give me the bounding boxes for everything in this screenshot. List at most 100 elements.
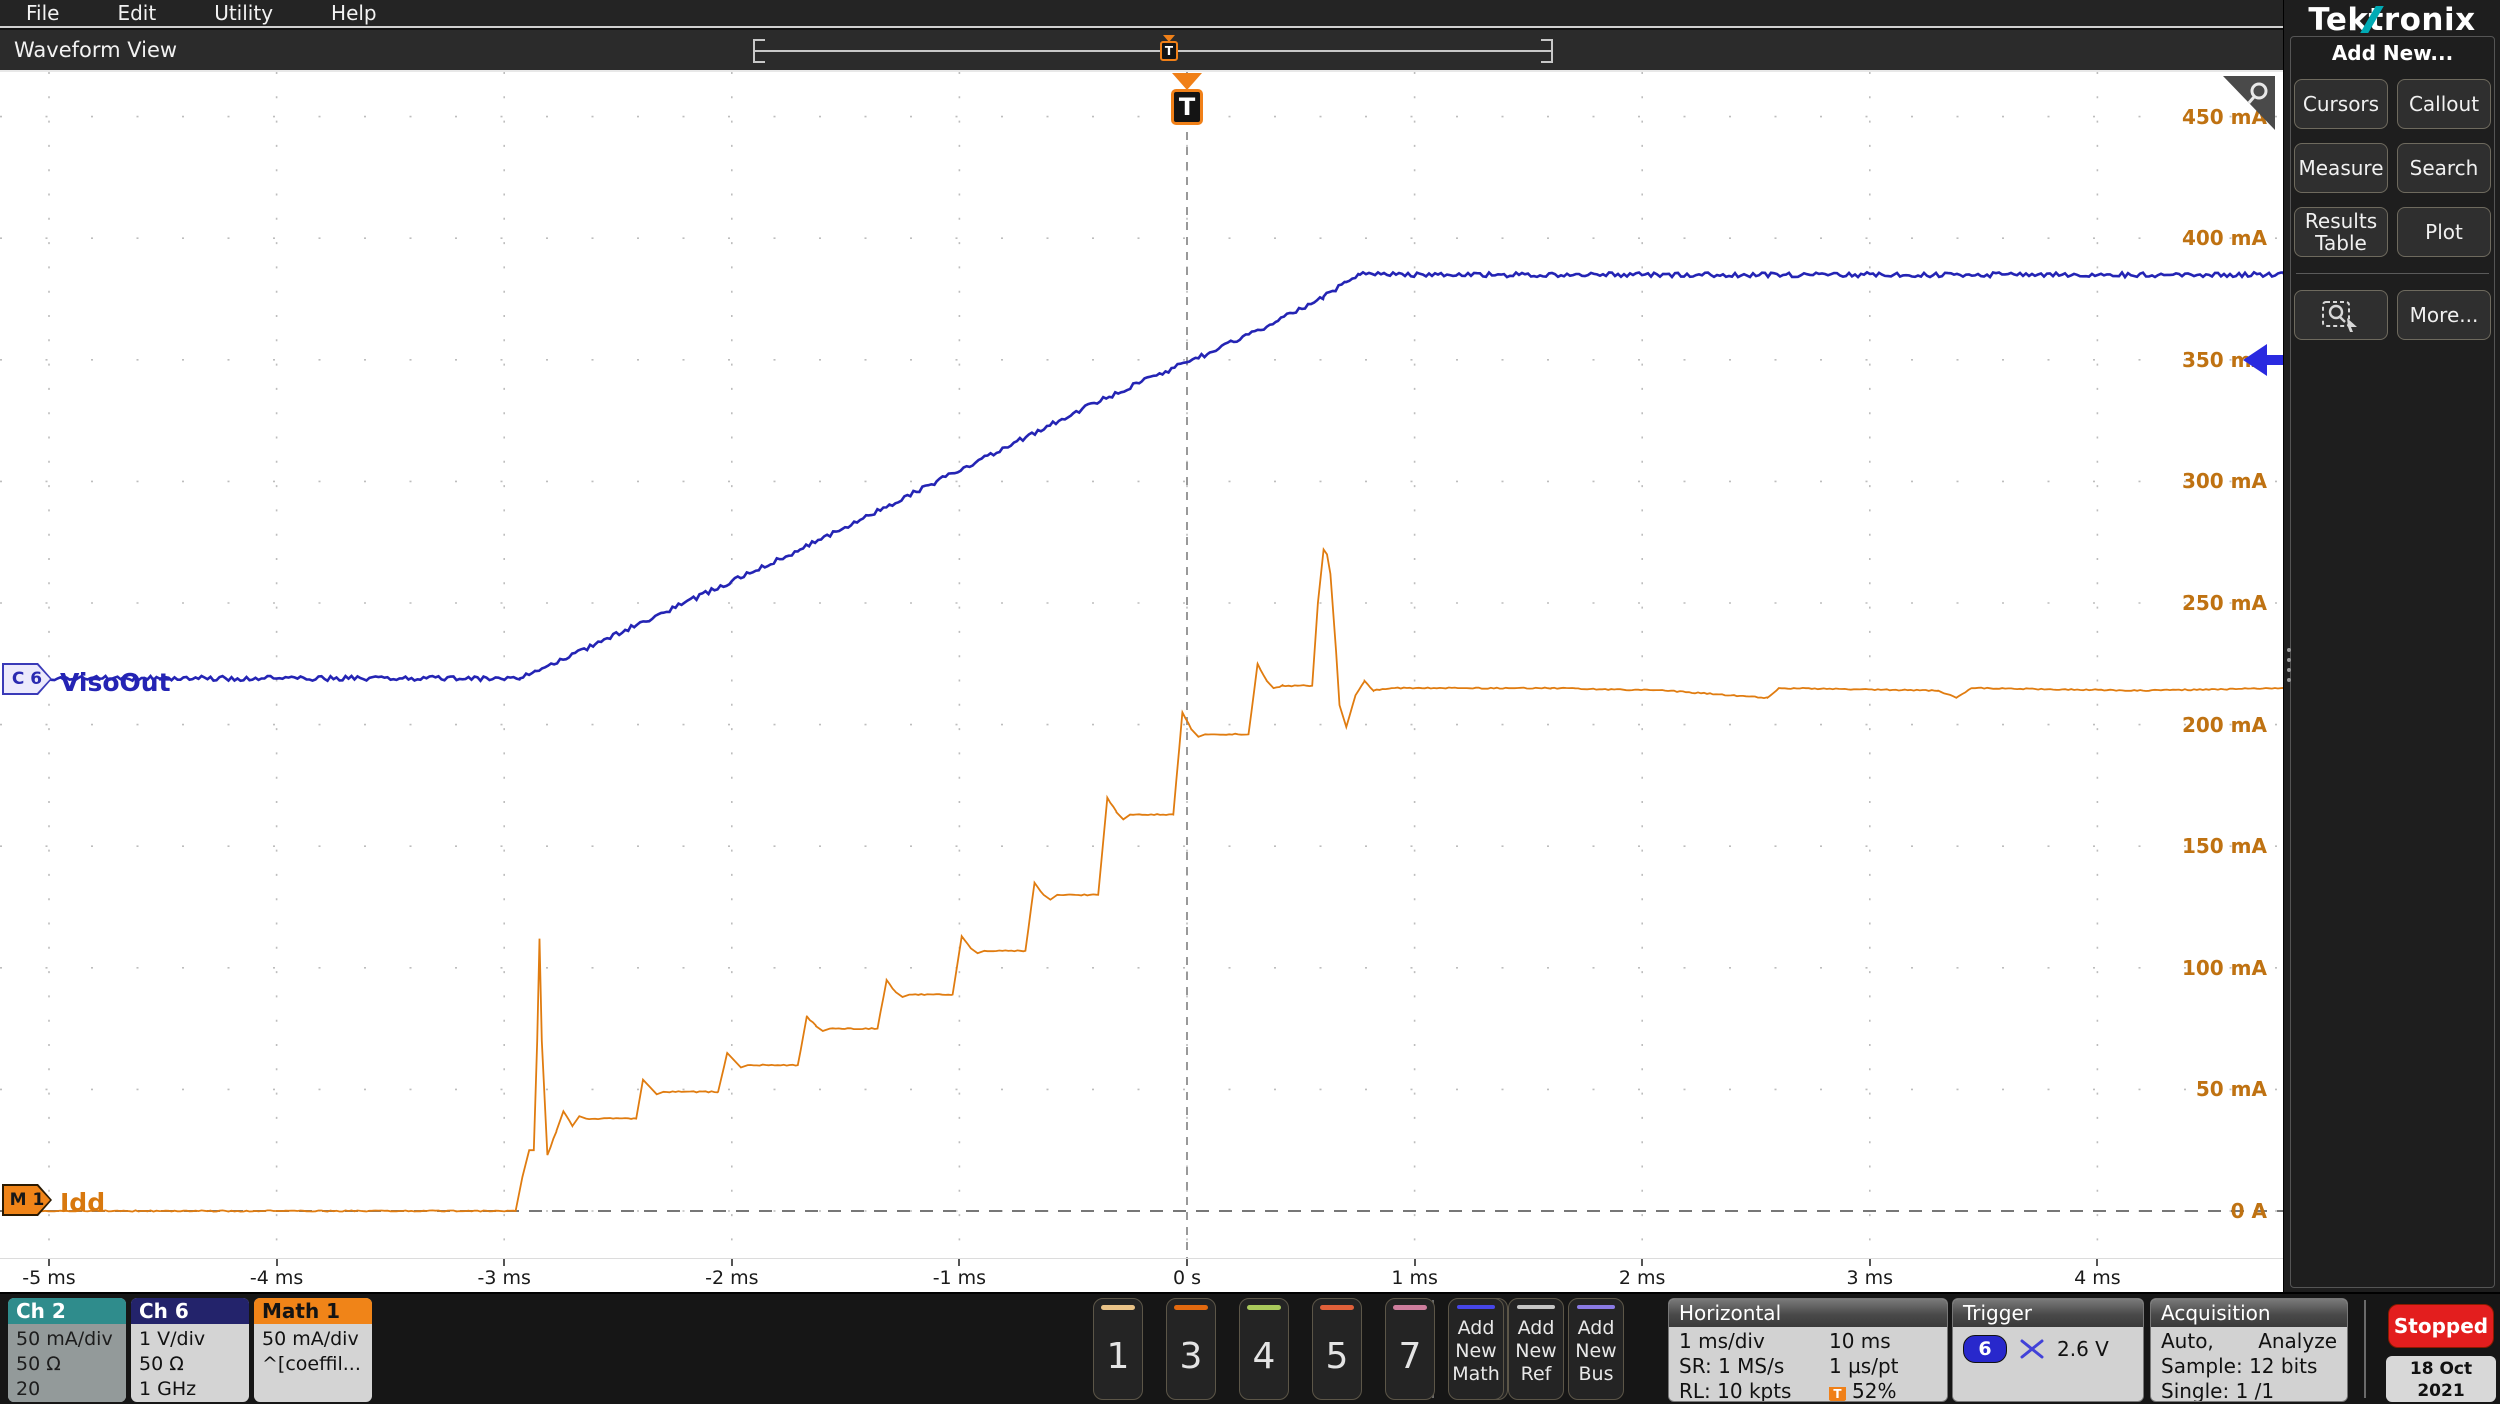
time-axis-label: 0 s — [1172, 1267, 1202, 1289]
horizontal-panel[interactable]: Horizontal 1 ms/div 10 ms SR: 1 MS/s 1 µs/… — [1668, 1298, 1948, 1402]
channel-button-label: 4 — [1252, 1336, 1276, 1377]
sidebar-button-cursors[interactable]: Cursors — [2294, 79, 2388, 129]
add-new-button-label: Add New Bus — [1575, 1317, 1617, 1385]
channel-color-stripe — [1246, 1305, 1282, 1310]
channel-card-ch2[interactable]: Ch 2 50 mA/div 50 Ω 20 MHzBw — [8, 1298, 126, 1402]
tab-waveform-view[interactable]: Waveform View — [14, 38, 177, 62]
trigger-position-flag[interactable]: T — [1170, 72, 1204, 128]
trigger-position-percent: T 52% — [1829, 1379, 1896, 1401]
time-axis-label: 4 ms — [2074, 1267, 2121, 1289]
time-axis-label: 1 ms — [1391, 1267, 1438, 1289]
add-new-ref-button[interactable]: Add New Ref — [1508, 1298, 1564, 1400]
channel-card-math1[interactable]: Math 1 50 mA/div ^[coeffil... — [254, 1298, 372, 1402]
channel-setting-line: 1 GHz — [139, 1378, 197, 1400]
channel-card-header: Ch 2 — [8, 1298, 126, 1324]
run-stop-status-button[interactable]: Stopped — [2388, 1304, 2494, 1348]
time-axis-label: 3 ms — [1846, 1267, 1894, 1289]
waveform-graticule[interactable]: 450 mA 400 mA 350 mA 300 mA 250 mA 200 mA 150 … — [0, 72, 2289, 1258]
trace-label-visoout: VisoOut — [60, 668, 171, 697]
channel-button-4[interactable]: 4 — [1239, 1298, 1289, 1400]
acq-single: Single: 1 /1 — [2161, 1379, 2275, 1402]
time-axis-label: -4 ms — [249, 1267, 304, 1289]
right-sidebar: Tektronix Add New... Cursors Callout Measu… — [2283, 0, 2500, 1292]
acquisition-panel[interactable]: Acquisition Auto, Analyze Sample: 12 bits… — [2150, 1298, 2348, 1402]
add-new-button-label: Add New Math — [1452, 1317, 1500, 1385]
channel-button-label: 1 — [1106, 1336, 1130, 1377]
time-axis-tick — [958, 1259, 961, 1266]
time-axis-tick — [275, 1259, 278, 1266]
y-axis-label: 50 mA — [2195, 1077, 2267, 1102]
sidebar-button-results-table[interactable]: Results Table — [2294, 207, 2388, 257]
sample-rate: SR: 1 MS/s — [1679, 1354, 1785, 1378]
add-new-panel: Add New... Cursors Callout Measure Search Re… — [2290, 36, 2495, 1288]
channel-setting-line: 1 V/div — [139, 1328, 206, 1350]
channel-color-stripe — [1392, 1305, 1428, 1310]
y-axis-label: 400 mA — [2181, 226, 2267, 251]
channel-button-7[interactable]: 7 — [1385, 1298, 1435, 1400]
sample-interval: 1 µs/pt — [1829, 1354, 1899, 1378]
record-view-left-bracket — [753, 39, 765, 63]
time-axis-tick — [2096, 1259, 2099, 1266]
trigger-level: 2.6 V — [2057, 1337, 2109, 1361]
trigger-flag-icon: T — [1160, 41, 1178, 61]
sidebar-button-zoom-region[interactable] — [2294, 290, 2388, 340]
sidebar-button-more-[interactable]: More... — [2397, 290, 2491, 340]
tab-bar: Waveform View T — [0, 30, 2283, 72]
waveform-canvas — [0, 72, 2283, 1258]
record-length: RL: 10 kpts — [1679, 1379, 1792, 1402]
trace-label-idd: Idd — [60, 1188, 106, 1217]
sidebar-button-search[interactable]: Search — [2397, 143, 2491, 193]
channel-card-header: Ch 6 — [131, 1298, 249, 1324]
channel-button-label: 3 — [1179, 1336, 1203, 1377]
sidebar-button-plot[interactable]: Plot — [2397, 207, 2491, 257]
oscilloscope-app: File Edit Utility Help Waveform View T 450 … — [0, 0, 2500, 1404]
channel-card-settings: 1 V/div 50 Ω 1 GHz — [131, 1324, 249, 1402]
channel-6-handle[interactable]: C 6 — [2, 663, 52, 695]
trigger-panel[interactable]: Trigger 6 2.6 V — [1952, 1298, 2144, 1402]
channel-button-1[interactable]: 1 — [1093, 1298, 1143, 1400]
horizontal-panel-title: Horizontal — [1669, 1299, 1947, 1327]
y-axis-label: 150 mA — [2181, 834, 2267, 859]
channel-button-label: 7 — [1398, 1336, 1422, 1377]
time-axis-label: -1 ms — [932, 1267, 987, 1289]
add-new-math-button[interactable]: Add New Math — [1448, 1298, 1504, 1400]
channel-button-5[interactable]: 5 — [1312, 1298, 1362, 1400]
record-view-right-bracket — [1541, 39, 1553, 63]
menu-item-edit[interactable]: Edit — [117, 1, 156, 25]
record-view-line — [753, 50, 1553, 52]
waveform-trace-idd[interactable] — [3, 547, 2284, 1213]
menu-item-help[interactable]: Help — [331, 1, 377, 25]
button-color-stripe — [1516, 1305, 1556, 1309]
acquisition-panel-title: Acquisition — [2151, 1299, 2347, 1327]
y-axis-label: 0 A — [2230, 1199, 2267, 1223]
sidebar-button-measure[interactable]: Measure — [2294, 143, 2388, 193]
waveform-trace-visoout[interactable] — [3, 270, 2284, 683]
channel-card-settings: 50 mA/div ^[coeffil... — [254, 1324, 372, 1377]
y-axis-label: 250 mA — [2181, 591, 2267, 615]
menu-item-file[interactable]: File — [26, 1, 59, 25]
math-1-handle[interactable]: M 1 — [2, 1184, 52, 1216]
y-axis-label: 100 mA — [2181, 955, 2267, 980]
channel-button-3[interactable]: 3 — [1166, 1298, 1216, 1400]
sidebar-button-callout[interactable]: Callout — [2397, 79, 2491, 129]
channel-card-ch6[interactable]: Ch 6 1 V/div 50 Ω 1 GHz — [131, 1298, 249, 1402]
add-new-bus-button[interactable]: Add New Bus — [1568, 1298, 1624, 1400]
trigger-mini-icon: T — [1829, 1387, 1846, 1401]
record-view-trigger-marker[interactable]: T — [1160, 35, 1178, 65]
acq-mode: Auto, — [2161, 1329, 2214, 1353]
acq-analyze: Analyze — [2258, 1329, 2337, 1353]
channel-setting-line: 50 mA/div — [262, 1328, 359, 1350]
trigger-flag-icon: T — [1171, 89, 1203, 125]
menu-item-utility[interactable]: Utility — [214, 1, 273, 25]
time-axis-tick — [1868, 1259, 1871, 1266]
channel-setting-line: ^[coeffil... — [262, 1353, 361, 1375]
date: 18 Oct 2021 — [2409, 1359, 2473, 1401]
sidebar-drag-grip[interactable] — [2287, 648, 2291, 682]
record-view-bar[interactable]: T — [753, 35, 1553, 63]
time-axis-tick — [1413, 1259, 1416, 1266]
channel-setting-line: 50 Ω — [139, 1353, 184, 1375]
tektronix-logo: Tektronix — [2308, 2, 2476, 38]
channel-color-stripe — [1100, 1305, 1136, 1310]
acq-sample-bits: Sample: 12 bits — [2161, 1354, 2318, 1378]
sidebar-divider — [2296, 273, 2489, 274]
